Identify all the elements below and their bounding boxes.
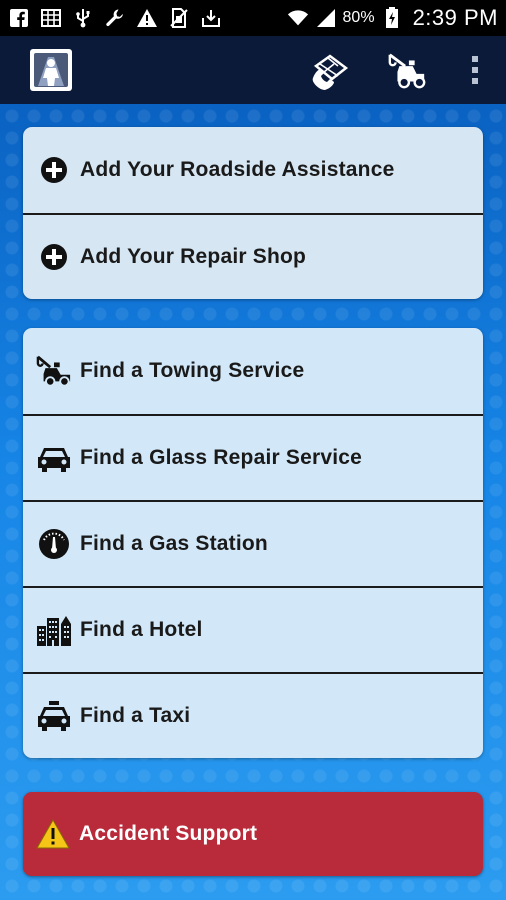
wrench-icon bbox=[104, 7, 126, 29]
taxi-icon bbox=[36, 698, 72, 734]
find-towing-service-button[interactable]: Find a Towing Service bbox=[23, 328, 483, 414]
add-repair-shop-button[interactable]: Add Your Repair Shop bbox=[23, 213, 483, 299]
warning-triangle-icon bbox=[35, 816, 71, 852]
download-icon bbox=[200, 7, 222, 29]
facebook-icon bbox=[8, 7, 30, 29]
fuel-gauge-icon bbox=[36, 526, 72, 562]
app-logo-icon bbox=[30, 49, 72, 91]
accident-support-label: Accident Support bbox=[79, 822, 258, 845]
status-bar: 80% 2:39 PM bbox=[0, 0, 506, 36]
accident-support-button[interactable]: Accident Support bbox=[23, 792, 483, 876]
tow-truck-icon[interactable] bbox=[386, 49, 428, 91]
system-indicators: 80% 2:39 PM bbox=[287, 5, 498, 31]
my-services-card: Add Your Roadside Assistance Add Your Re… bbox=[23, 127, 483, 299]
warning-icon bbox=[136, 7, 158, 29]
row-label: Find a Towing Service bbox=[80, 359, 305, 382]
row-label: Find a Taxi bbox=[80, 704, 191, 727]
find-glass-repair-button[interactable]: Find a Glass Repair Service bbox=[23, 414, 483, 500]
row-label: Find a Hotel bbox=[80, 618, 203, 641]
add-roadside-assistance-button[interactable]: Add Your Roadside Assistance bbox=[23, 127, 483, 213]
wifi-icon bbox=[287, 7, 309, 29]
battery-percent: 80% bbox=[342, 9, 375, 26]
plus-circle-icon bbox=[36, 152, 72, 188]
clock: 2:39 PM bbox=[412, 5, 498, 30]
overflow-menu-icon[interactable] bbox=[468, 49, 482, 91]
find-services-card: Find a Towing Service Find a Glass Repai… bbox=[23, 328, 483, 758]
main-content: Add Your Roadside Assistance Add Your Re… bbox=[0, 104, 506, 900]
tow-truck-icon bbox=[36, 353, 72, 389]
usb-icon bbox=[72, 7, 94, 29]
app-actions bbox=[310, 49, 482, 91]
row-label: Find a Gas Station bbox=[80, 532, 268, 555]
signal-icon bbox=[315, 7, 337, 29]
find-gas-station-button[interactable]: Find a Gas Station bbox=[23, 500, 483, 586]
app-bar bbox=[0, 36, 506, 104]
notification-icons bbox=[8, 7, 222, 29]
plus-circle-icon bbox=[36, 239, 72, 275]
row-label: Find a Glass Repair Service bbox=[80, 446, 363, 469]
find-hotel-button[interactable]: Find a Hotel bbox=[23, 586, 483, 672]
calendar-icon bbox=[40, 7, 62, 29]
row-label: Add Your Roadside Assistance bbox=[80, 158, 395, 181]
hotel-icon bbox=[36, 612, 72, 648]
row-label: Add Your Repair Shop bbox=[80, 245, 307, 268]
find-taxi-button[interactable]: Find a Taxi bbox=[23, 672, 483, 758]
battery-charging-icon bbox=[381, 7, 403, 29]
sim-off-icon bbox=[168, 7, 190, 29]
car-icon bbox=[36, 440, 72, 476]
phone-map-icon[interactable] bbox=[310, 49, 352, 91]
